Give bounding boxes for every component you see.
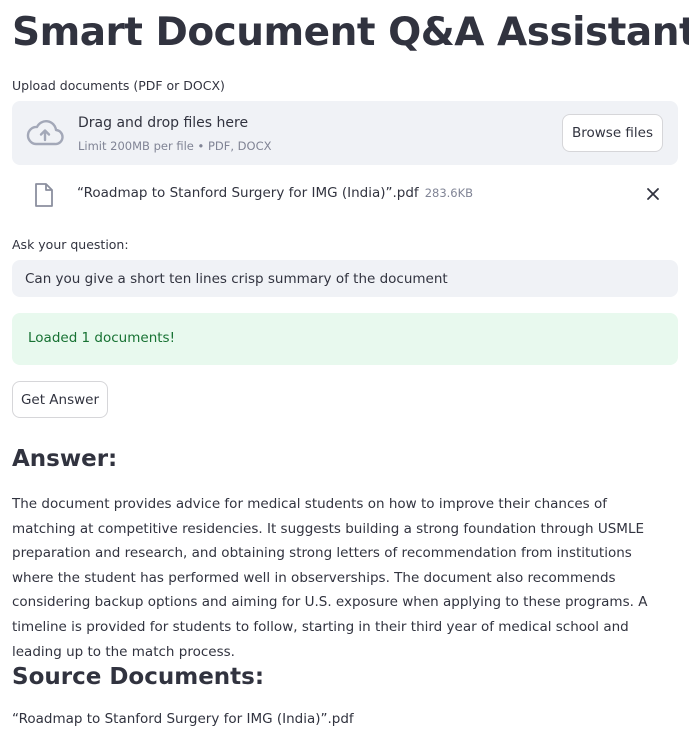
- get-answer-button[interactable]: Get Answer: [12, 381, 108, 418]
- dropzone-title: Drag and drop files here: [78, 115, 249, 131]
- uploaded-file-row: “Roadmap to Stanford Surgery for IMG (In…: [12, 178, 678, 212]
- app-page: Smart Document Q&A Assistant Upload docu…: [0, 0, 689, 737]
- success-message: Loaded 1 documents!: [28, 330, 175, 346]
- sources-heading: Source Documents:: [12, 664, 265, 690]
- close-icon: [647, 188, 659, 200]
- answer-text: The document provides advice for medical…: [12, 496, 648, 660]
- uploaded-file-name: “Roadmap to Stanford Surgery for IMG (In…: [77, 185, 473, 201]
- question-label: Ask your question:: [12, 237, 129, 252]
- upload-label: Upload documents (PDF or DOCX): [12, 78, 225, 93]
- question-input[interactable]: [12, 260, 678, 297]
- file-size: 283.6KB: [424, 186, 474, 200]
- success-alert: Loaded 1 documents!: [12, 313, 678, 365]
- answer-heading: Answer:: [12, 446, 118, 472]
- file-name-text: “Roadmap to Stanford Surgery for IMG (In…: [77, 185, 419, 201]
- cloud-upload-icon: [26, 120, 64, 146]
- remove-file-button[interactable]: [642, 183, 664, 205]
- source-document-item: “Roadmap to Stanford Surgery for IMG (In…: [12, 711, 354, 727]
- browse-files-button[interactable]: Browse files: [562, 114, 663, 152]
- dropzone-limit-text: Limit 200MB per file • PDF, DOCX: [78, 139, 272, 153]
- file-icon: [35, 183, 53, 207]
- page-title: Smart Document Q&A Assistant: [12, 10, 689, 55]
- file-dropzone[interactable]: Drag and drop files here Limit 200MB per…: [12, 101, 678, 165]
